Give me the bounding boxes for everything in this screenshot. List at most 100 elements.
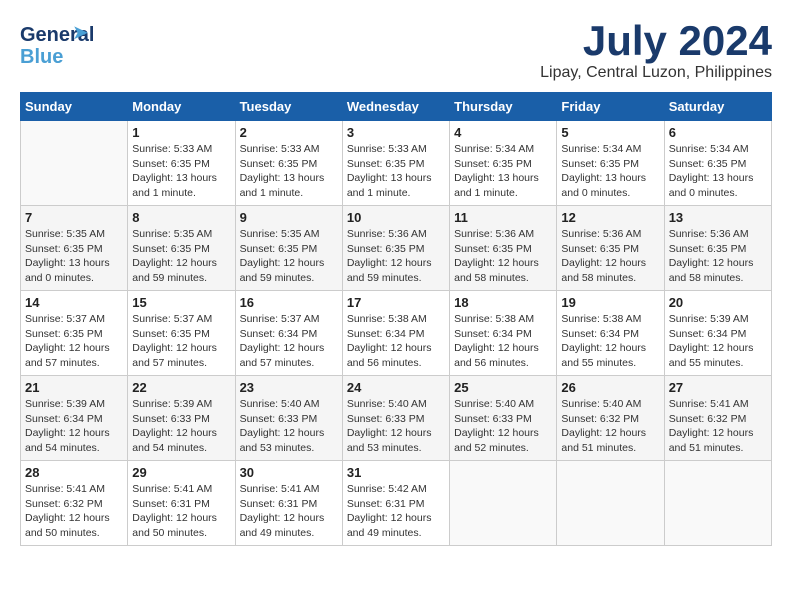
day-number: 6 [669, 125, 767, 140]
calendar-cell: 16 Sunrise: 5:37 AMSunset: 6:34 PMDayligh… [235, 291, 342, 376]
day-info: Sunrise: 5:39 AMSunset: 6:34 PMDaylight:… [669, 312, 767, 371]
day-number: 24 [347, 380, 445, 395]
weekday-thursday: Thursday [450, 93, 557, 121]
calendar-cell: 26 Sunrise: 5:40 AMSunset: 6:32 PMDayligh… [557, 376, 664, 461]
day-number: 30 [240, 465, 338, 480]
weekday-sunday: Sunday [21, 93, 128, 121]
calendar-cell: 15 Sunrise: 5:37 AMSunset: 6:35 PMDayligh… [128, 291, 235, 376]
day-number: 12 [561, 210, 659, 225]
calendar-cell: 17Sunrise: 5:38 AMSunset: 6:34 PMDayligh… [342, 291, 449, 376]
day-number: 5 [561, 125, 659, 140]
calendar-cell: 25Sunrise: 5:40 AMSunset: 6:33 PMDayligh… [450, 376, 557, 461]
day-info: Sunrise: 5:34 AMSunset: 6:35 PMDaylight:… [561, 142, 659, 201]
day-info: Sunrise: 5:39 AMSunset: 6:34 PMDaylight:… [25, 397, 123, 456]
calendar-cell: 6 Sunrise: 5:34 AMSunset: 6:35 PMDaylight… [664, 121, 771, 206]
weekday-friday: Friday [557, 93, 664, 121]
day-info: Sunrise: 5:40 AMSunset: 6:33 PMDaylight:… [347, 397, 445, 456]
day-number: 20 [669, 295, 767, 310]
day-info: Sunrise: 5:36 AMSunset: 6:35 PMDaylight:… [561, 227, 659, 286]
day-info: Sunrise: 5:39 AMSunset: 6:33 PMDaylight:… [132, 397, 230, 456]
calendar-cell: 10 Sunrise: 5:36 AMSunset: 6:35 PMDayligh… [342, 206, 449, 291]
day-info: Sunrise: 5:35 AMSunset: 6:35 PMDaylight:… [132, 227, 230, 286]
calendar-cell [557, 461, 664, 546]
day-number: 27 [669, 380, 767, 395]
day-info: Sunrise: 5:36 AMSunset: 6:35 PMDaylight:… [347, 227, 445, 286]
day-info: Sunrise: 5:38 AMSunset: 6:34 PMDaylight:… [454, 312, 552, 371]
day-number: 4 [454, 125, 552, 140]
day-number: 11 [454, 210, 552, 225]
calendar-cell: 28Sunrise: 5:41 AMSunset: 6:32 PMDayligh… [21, 461, 128, 546]
calendar-cell: 9 Sunrise: 5:35 AMSunset: 6:35 PMDaylight… [235, 206, 342, 291]
day-number: 14 [25, 295, 123, 310]
calendar-cell: 20 Sunrise: 5:39 AMSunset: 6:34 PMDayligh… [664, 291, 771, 376]
day-info: Sunrise: 5:33 AMSunset: 6:35 PMDaylight:… [240, 142, 338, 201]
day-number: 22 [132, 380, 230, 395]
day-number: 2 [240, 125, 338, 140]
day-number: 7 [25, 210, 123, 225]
day-number: 13 [669, 210, 767, 225]
day-number: 9 [240, 210, 338, 225]
location-subtitle: Lipay, Central Luzon, Philippines [540, 64, 772, 82]
logo-bird-icon: ➤ [72, 20, 89, 45]
calendar-week-1: 1 Sunrise: 5:33 AMSunset: 6:35 PMDaylight… [21, 121, 772, 206]
day-info: Sunrise: 5:42 AMSunset: 6:31 PMDaylight:… [347, 482, 445, 541]
calendar-cell: 5 Sunrise: 5:34 AMSunset: 6:35 PMDaylight… [557, 121, 664, 206]
page-header: General Blue ➤ July 2024 Lipay, Central … [20, 20, 772, 82]
weekday-header-row: SundayMondayTuesdayWednesdayThursdayFrid… [21, 93, 772, 121]
calendar-week-3: 14 Sunrise: 5:37 AMSunset: 6:35 PMDayligh… [21, 291, 772, 376]
calendar-cell: 1 Sunrise: 5:33 AMSunset: 6:35 PMDaylight… [128, 121, 235, 206]
weekday-saturday: Saturday [664, 93, 771, 121]
day-number: 23 [240, 380, 338, 395]
calendar-cell: 19 Sunrise: 5:38 AMSunset: 6:34 PMDayligh… [557, 291, 664, 376]
day-number: 17 [347, 295, 445, 310]
day-info: Sunrise: 5:34 AMSunset: 6:35 PMDaylight:… [669, 142, 767, 201]
calendar-week-5: 28Sunrise: 5:41 AMSunset: 6:32 PMDayligh… [21, 461, 772, 546]
day-number: 31 [347, 465, 445, 480]
day-info: Sunrise: 5:37 AMSunset: 6:34 PMDaylight:… [240, 312, 338, 371]
calendar-cell: 30 Sunrise: 5:41 AMSunset: 6:31 PMDayligh… [235, 461, 342, 546]
day-info: Sunrise: 5:40 AMSunset: 6:32 PMDaylight:… [561, 397, 659, 456]
weekday-tuesday: Tuesday [235, 93, 342, 121]
calendar-cell: 12 Sunrise: 5:36 AMSunset: 6:35 PMDayligh… [557, 206, 664, 291]
month-year-title: July 2024 [540, 20, 772, 62]
day-info: Sunrise: 5:41 AMSunset: 6:31 PMDaylight:… [240, 482, 338, 541]
day-number: 3 [347, 125, 445, 140]
logo: General Blue ➤ [20, 20, 80, 65]
day-info: Sunrise: 5:35 AMSunset: 6:35 PMDaylight:… [240, 227, 338, 286]
calendar-cell: 18 Sunrise: 5:38 AMSunset: 6:34 PMDayligh… [450, 291, 557, 376]
calendar-cell: 13 Sunrise: 5:36 AMSunset: 6:35 PMDayligh… [664, 206, 771, 291]
calendar-cell: 23Sunrise: 5:40 AMSunset: 6:33 PMDayligh… [235, 376, 342, 461]
day-info: Sunrise: 5:37 AMSunset: 6:35 PMDaylight:… [25, 312, 123, 371]
calendar-cell: 8Sunrise: 5:35 AMSunset: 6:35 PMDaylight… [128, 206, 235, 291]
day-info: Sunrise: 5:40 AMSunset: 6:33 PMDaylight:… [454, 397, 552, 456]
calendar-cell [450, 461, 557, 546]
calendar-week-4: 21Sunrise: 5:39 AMSunset: 6:34 PMDayligh… [21, 376, 772, 461]
calendar-body: 1 Sunrise: 5:33 AMSunset: 6:35 PMDaylight… [21, 121, 772, 546]
day-number: 18 [454, 295, 552, 310]
day-info: Sunrise: 5:38 AMSunset: 6:34 PMDaylight:… [561, 312, 659, 371]
calendar-cell: 29 Sunrise: 5:41 AMSunset: 6:31 PMDayligh… [128, 461, 235, 546]
title-section: July 2024 Lipay, Central Luzon, Philippi… [540, 20, 772, 82]
day-info: Sunrise: 5:37 AMSunset: 6:35 PMDaylight:… [132, 312, 230, 371]
day-number: 29 [132, 465, 230, 480]
day-number: 16 [240, 295, 338, 310]
day-info: Sunrise: 5:35 AMSunset: 6:35 PMDaylight:… [25, 227, 123, 286]
calendar-cell: 3Sunrise: 5:33 AMSunset: 6:35 PMDaylight… [342, 121, 449, 206]
day-number: 19 [561, 295, 659, 310]
calendar-cell: 2 Sunrise: 5:33 AMSunset: 6:35 PMDaylight… [235, 121, 342, 206]
day-number: 1 [132, 125, 230, 140]
day-info: Sunrise: 5:41 AMSunset: 6:32 PMDaylight:… [669, 397, 767, 456]
calendar-cell: 14 Sunrise: 5:37 AMSunset: 6:35 PMDayligh… [21, 291, 128, 376]
logo-blue: Blue [20, 46, 63, 68]
day-number: 10 [347, 210, 445, 225]
day-number: 26 [561, 380, 659, 395]
calendar-cell: 11Sunrise: 5:36 AMSunset: 6:35 PMDayligh… [450, 206, 557, 291]
day-info: Sunrise: 5:33 AMSunset: 6:35 PMDaylight:… [132, 142, 230, 201]
calendar-cell: 7 Sunrise: 5:35 AMSunset: 6:35 PMDaylight… [21, 206, 128, 291]
calendar-cell [21, 121, 128, 206]
day-number: 15 [132, 295, 230, 310]
day-info: Sunrise: 5:36 AMSunset: 6:35 PMDaylight:… [669, 227, 767, 286]
calendar-cell: 21Sunrise: 5:39 AMSunset: 6:34 PMDayligh… [21, 376, 128, 461]
day-info: Sunrise: 5:41 AMSunset: 6:31 PMDaylight:… [132, 482, 230, 541]
calendar-cell [664, 461, 771, 546]
